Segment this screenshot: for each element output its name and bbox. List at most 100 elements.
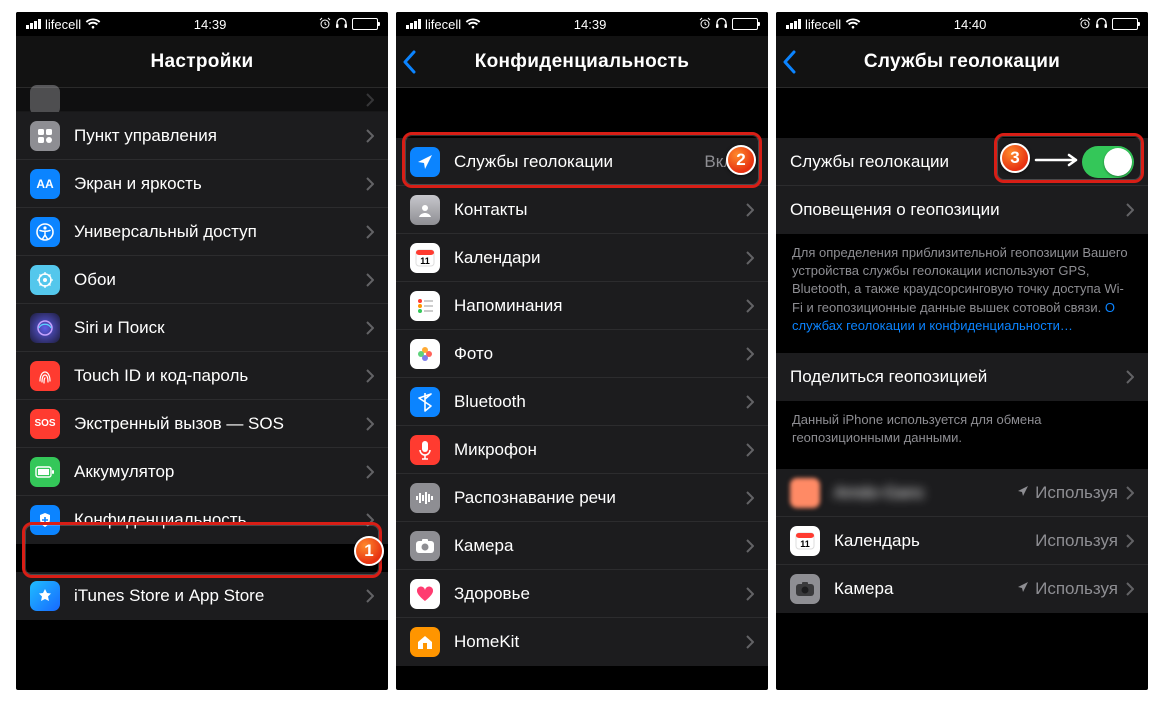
chevron-right-icon — [746, 299, 754, 313]
sos-icon: SOS — [30, 409, 60, 439]
generic-icon — [30, 85, 60, 115]
row-label: Пункт управления — [74, 126, 366, 146]
chevron-right-icon — [1126, 534, 1134, 548]
row-microphone[interactable]: Микрофон — [396, 426, 768, 474]
footer-text-2: Данный iPhone используется для обмена ге… — [776, 401, 1148, 451]
row-camera[interactable]: Камера — [396, 522, 768, 570]
row-bluetooth[interactable]: Bluetooth — [396, 378, 768, 426]
clock: 14:40 — [954, 17, 987, 32]
row-label: Поделиться геопозицией — [790, 367, 1126, 387]
row-label: Здоровье — [454, 584, 746, 604]
headphones-icon — [715, 17, 728, 32]
row-touchid[interactable]: Touch ID и код-пароль — [16, 352, 388, 400]
row-share-location[interactable]: Поделиться геопозицией — [776, 353, 1148, 401]
row-wallpaper[interactable]: Обои — [16, 256, 388, 304]
page-title: Настройки — [151, 51, 254, 73]
row-label: Amdo-Ganc — [834, 483, 1017, 503]
chevron-right-icon — [746, 155, 754, 169]
row-app-blurred[interactable]: Amdo-Ganc Используя — [776, 469, 1148, 517]
row-label: Микрофон — [454, 440, 746, 460]
chevron-right-icon — [366, 177, 374, 191]
row-label: Службы геолокации — [790, 152, 1082, 172]
row-label: Обои — [74, 270, 366, 290]
row-label: Siri и Поиск — [74, 318, 366, 338]
row-location-toggle[interactable]: Службы геолокации — [776, 138, 1148, 186]
chevron-right-icon — [746, 587, 754, 601]
row-label: Службы геолокации — [454, 152, 704, 172]
row-accessibility[interactable]: Универсальный доступ — [16, 208, 388, 256]
status-bar: lifecell 14:39 — [16, 12, 388, 36]
privacy-icon — [30, 505, 60, 535]
screenshot-privacy: lifecell 14:39 Конфиденциальность Службы… — [396, 12, 768, 690]
row-display[interactable]: AA Экран и яркость — [16, 160, 388, 208]
row-label: HomeKit — [454, 632, 746, 652]
row-calendars[interactable]: 11 Календари — [396, 234, 768, 282]
row-label: Напоминания — [454, 296, 746, 316]
chevron-right-icon — [366, 589, 374, 603]
row-detail: Используя — [1035, 483, 1118, 503]
row-location-services[interactable]: Службы геолокации Вкл. — [396, 138, 768, 186]
calendar-icon: 11 — [790, 526, 820, 556]
row-health[interactable]: Здоровье — [396, 570, 768, 618]
row-speech[interactable]: Распознавание речи — [396, 474, 768, 522]
row-app-camera[interactable]: Камера Используя — [776, 565, 1148, 613]
row-contacts[interactable]: Контакты — [396, 186, 768, 234]
row-battery[interactable]: Аккумулятор — [16, 448, 388, 496]
row-location-alerts[interactable]: Оповещения о геопозиции — [776, 186, 1148, 234]
chevron-right-icon — [1126, 582, 1134, 596]
chevron-right-icon — [746, 443, 754, 457]
row-control-center[interactable]: Пункт управления — [16, 112, 388, 160]
screenshot-settings: lifecell 14:39 Настройки Пунк — [16, 12, 388, 690]
row-label: Экстренный вызов — SOS — [74, 414, 366, 434]
chevron-right-icon — [366, 369, 374, 383]
svg-text:11: 11 — [420, 256, 430, 266]
location-icon — [410, 147, 440, 177]
chevron-right-icon — [1126, 203, 1134, 217]
status-bar: lifecell 14:39 — [396, 12, 768, 36]
nav-header: Службы геолокации — [776, 36, 1148, 88]
screenshot-location-services: lifecell 14:40 Службы геолокации Службы … — [776, 12, 1148, 690]
battery-icon — [352, 18, 378, 30]
row-label: Камера — [834, 579, 1017, 599]
row-sos[interactable]: SOS Экстренный вызов — SOS — [16, 400, 388, 448]
contacts-icon — [410, 195, 440, 225]
back-button[interactable] — [402, 36, 416, 87]
chevron-right-icon — [366, 321, 374, 335]
row-label: Фото — [454, 344, 746, 364]
homekit-icon — [410, 627, 440, 657]
row-label: Touch ID и код-пароль — [74, 366, 366, 386]
row-label: Распознавание речи — [454, 488, 746, 508]
row-app-calendar[interactable]: 11 Календарь Используя — [776, 517, 1148, 565]
signal-icon — [406, 19, 421, 29]
row-label: Аккумулятор — [74, 462, 366, 482]
battery-icon — [30, 457, 60, 487]
back-button[interactable] — [782, 36, 796, 87]
row-reminders[interactable]: Напоминания — [396, 282, 768, 330]
reminders-icon — [410, 291, 440, 321]
alarm-icon — [1079, 17, 1091, 32]
chevron-right-icon — [366, 225, 374, 239]
row-privacy[interactable]: Конфиденциальность — [16, 496, 388, 544]
chevron-right-icon — [746, 347, 754, 361]
control-center-icon — [30, 121, 60, 151]
row-siri[interactable]: Siri и Поиск — [16, 304, 388, 352]
camera-icon — [790, 574, 820, 604]
row-label: Универсальный доступ — [74, 222, 366, 242]
row-photos[interactable]: Фото — [396, 330, 768, 378]
display-icon: AA — [30, 169, 60, 199]
bluetooth-icon — [410, 387, 440, 417]
chevron-right-icon — [366, 129, 374, 143]
footer-text-1: Для определения приблизительной геопозиц… — [776, 234, 1148, 339]
chevron-right-icon — [366, 273, 374, 287]
location-arrow-icon — [1017, 484, 1029, 502]
nav-header: Настройки — [16, 36, 388, 88]
location-toggle[interactable] — [1082, 146, 1134, 178]
row-partial[interactable] — [16, 88, 388, 112]
row-label: Bluetooth — [454, 392, 746, 412]
row-detail: Используя — [1035, 579, 1118, 599]
carrier-label: lifecell — [425, 17, 461, 32]
row-itunes[interactable]: iTunes Store и App Store — [16, 572, 388, 620]
row-homekit[interactable]: HomeKit — [396, 618, 768, 666]
siri-icon — [30, 313, 60, 343]
camera-icon — [410, 531, 440, 561]
